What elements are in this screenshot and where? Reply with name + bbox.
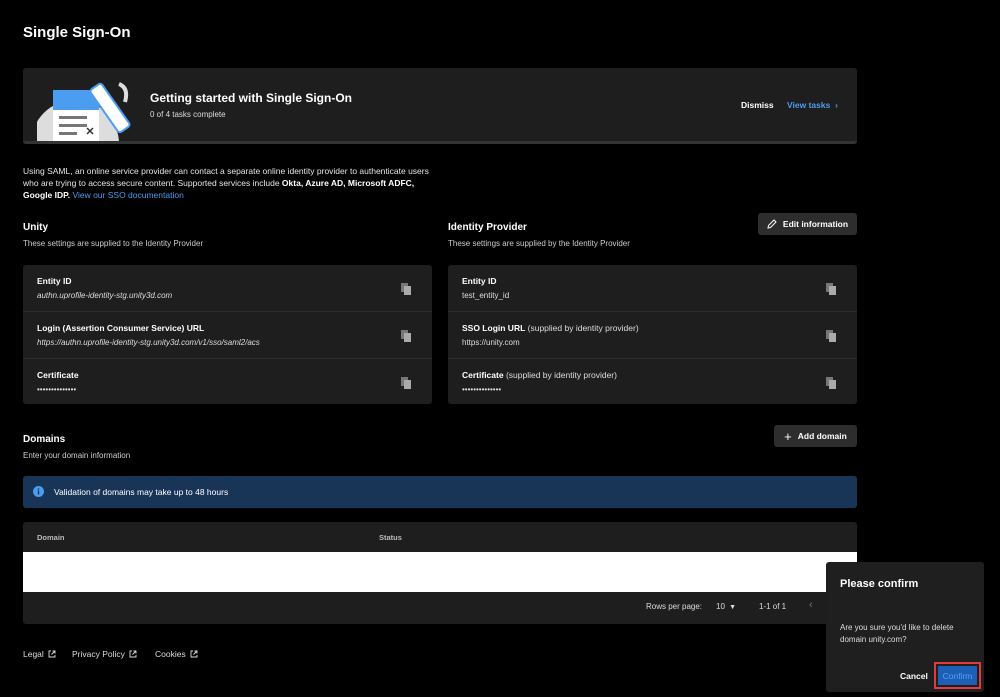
external-link-icon xyxy=(48,650,56,658)
confirm-dialog-title: Please confirm xyxy=(840,578,919,590)
chevron-left-icon[interactable]: ‹ xyxy=(809,599,813,611)
confirm-button[interactable]: Confirm xyxy=(934,662,981,689)
idp-entity-id-row: Entity ID test_entity_id xyxy=(448,265,857,312)
view-tasks-label: View tasks xyxy=(787,100,831,110)
external-link-icon xyxy=(129,650,137,658)
row-label-text: SSO Login URL xyxy=(462,323,526,333)
rows-per-page-select[interactable]: 10 ▼ xyxy=(716,602,736,611)
table-row[interactable] xyxy=(23,552,857,592)
page-title: Single Sign-On xyxy=(23,24,131,41)
cancel-button[interactable]: Cancel xyxy=(900,671,928,681)
column-header-domain[interactable]: Domain xyxy=(37,533,65,542)
copy-icon[interactable] xyxy=(401,377,411,389)
add-domain-label: Add domain xyxy=(797,431,847,441)
banner-progress: 0 of 4 tasks complete xyxy=(150,110,226,119)
info-icon xyxy=(33,486,44,497)
pagination-range: 1-1 of 1 xyxy=(759,602,787,611)
document-illustration-icon xyxy=(37,82,131,141)
row-value: •••••••••••••• xyxy=(462,385,502,394)
row-value: https://unity.com xyxy=(462,338,520,347)
chevron-right-icon: › xyxy=(832,100,838,110)
banner-title: Getting started with Single Sign-On xyxy=(150,91,353,105)
row-label: Certificate (supplied by identity provid… xyxy=(462,370,617,380)
getting-started-banner: Getting started with Single Sign-On 0 of… xyxy=(23,68,857,144)
dismiss-button[interactable]: Dismiss xyxy=(741,100,774,110)
row-label-text: Certificate xyxy=(462,370,504,380)
cookies-label: Cookies xyxy=(155,649,186,659)
row-value: •••••••••••••• xyxy=(37,385,77,394)
unity-certificate-row: Certificate •••••••••••••• xyxy=(23,359,432,406)
unity-entity-id-row: Entity ID authn.uprofile-identity-stg.un… xyxy=(23,265,432,312)
legal-label: Legal xyxy=(23,649,44,659)
unity-settings-card: Entity ID authn.uprofile-identity-stg.un… xyxy=(23,265,432,404)
info-message: Validation of domains may take up to 48 … xyxy=(54,487,229,497)
view-tasks-link[interactable]: View tasks › xyxy=(787,100,838,110)
confirm-dialog-message: Are you sure you'd like to delete domain… xyxy=(840,623,954,644)
domains-section-subtitle: Enter your domain information xyxy=(23,451,131,460)
sso-documentation-link[interactable]: View our SSO documentation xyxy=(72,190,183,200)
column-header-status[interactable]: Status xyxy=(379,533,402,542)
unity-login-url-row: Login (Assertion Consumer Service) URL h… xyxy=(23,312,432,359)
idp-sso-login-url-row: SSO Login URL (supplied by identity prov… xyxy=(448,312,857,359)
row-label: Entity ID xyxy=(37,276,72,286)
unity-section-title: Unity xyxy=(23,222,48,233)
add-domain-button[interactable]: + Add domain xyxy=(774,425,857,447)
legal-link[interactable]: Legal xyxy=(23,649,56,659)
idp-settings-card: Entity ID test_entity_id SSO Login URL (… xyxy=(448,265,857,404)
confirm-dialog: Please confirm Are you sure you'd like t… xyxy=(826,562,984,692)
row-label: Entity ID xyxy=(462,276,496,286)
confirm-button-label: Confirm xyxy=(938,666,977,685)
domains-section-title: Domains xyxy=(23,434,66,445)
domains-table: Domain Status Rows per page: 10 ▼ 1-1 of… xyxy=(23,522,857,624)
caret-down-icon: ▼ xyxy=(727,604,737,611)
copy-icon[interactable] xyxy=(826,283,836,295)
edit-information-label: Edit information xyxy=(782,219,849,229)
plus-icon: + xyxy=(784,428,792,444)
row-value: test_entity_id xyxy=(462,291,510,300)
row-label: Certificate xyxy=(37,370,79,380)
rows-per-page-value: 10 xyxy=(716,602,725,611)
saml-description: Using SAML, an online service provider c… xyxy=(23,165,443,201)
row-value: https://authn.uprofile-identity-stg.unit… xyxy=(37,338,260,347)
domains-info-banner: Validation of domains may take up to 48 … xyxy=(23,476,857,508)
idp-certificate-row: Certificate (supplied by identity provid… xyxy=(448,359,857,406)
row-value: authn.uprofile-identity-stg.unity3d.com xyxy=(37,291,173,300)
unity-section-subtitle: These settings are supplied to the Ident… xyxy=(23,239,204,248)
edit-information-button[interactable]: Edit information xyxy=(758,213,857,235)
idp-section-title: Identity Provider xyxy=(448,222,527,233)
row-label: SSO Login URL (supplied by identity prov… xyxy=(462,323,639,333)
row-label-text: Entity ID xyxy=(462,276,497,286)
row-label-note: (supplied by identity provider) xyxy=(525,323,639,333)
row-label-note: (supplied by identity provider) xyxy=(503,370,617,380)
copy-icon[interactable] xyxy=(826,377,836,389)
privacy-policy-label: Privacy Policy xyxy=(72,649,125,659)
pencil-icon xyxy=(767,219,777,229)
copy-icon[interactable] xyxy=(401,283,411,295)
rows-per-page-label: Rows per page: xyxy=(646,602,703,611)
external-link-icon xyxy=(190,650,198,658)
copy-icon[interactable] xyxy=(401,330,411,342)
cookies-link[interactable]: Cookies xyxy=(155,649,198,659)
copy-icon[interactable] xyxy=(826,330,836,342)
privacy-policy-link[interactable]: Privacy Policy xyxy=(72,649,137,659)
row-label: Login (Assertion Consumer Service) URL xyxy=(37,323,205,333)
idp-section-subtitle: These settings are supplied by the Ident… xyxy=(448,239,630,248)
